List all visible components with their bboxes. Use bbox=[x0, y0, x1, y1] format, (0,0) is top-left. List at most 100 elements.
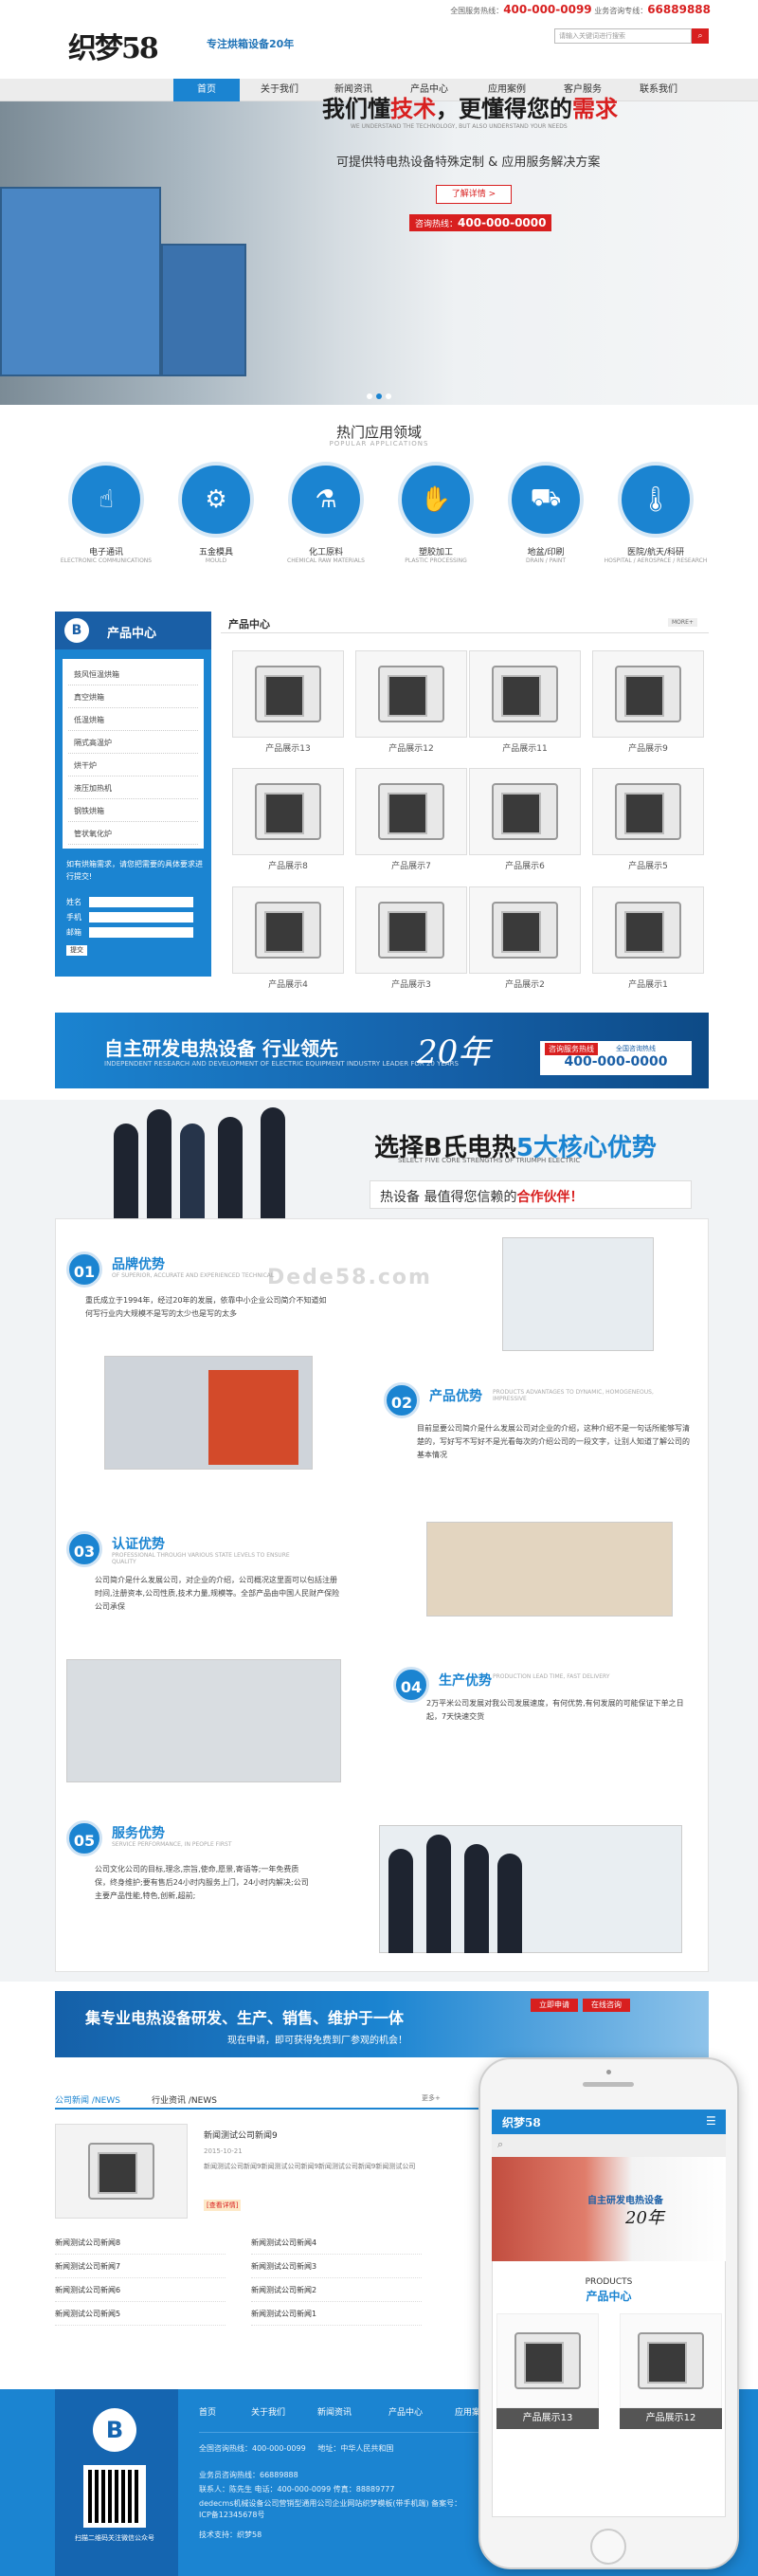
machine-image bbox=[161, 244, 246, 376]
product-card[interactable]: 产品展示12 bbox=[355, 650, 467, 754]
ad-title: 自主研发电热设备 行业领先 bbox=[104, 1037, 338, 1060]
footer-nav-about[interactable]: 关于我们 bbox=[251, 2405, 285, 2418]
mobile-products-title: 产品中心 bbox=[586, 2290, 632, 2303]
adv-body: 目前显要公司简介是什么发展公司对企业的介绍，这种介绍不是一句话所能够写清楚的，写… bbox=[417, 1424, 690, 1459]
news-item[interactable]: 新闻测试公司新闻5 bbox=[55, 2309, 226, 2326]
news-item[interactable]: 新闻测试公司新闻4 bbox=[251, 2238, 422, 2255]
featured-news-title[interactable]: 新闻测试公司新闻9 bbox=[204, 2128, 278, 2141]
factory-photo bbox=[502, 1237, 654, 1351]
news-item[interactable]: 新闻测试公司新闻2 bbox=[251, 2285, 422, 2302]
name-field[interactable]: 姓名 bbox=[66, 897, 204, 907]
footer-nav-products[interactable]: 产品中心 bbox=[388, 2405, 423, 2418]
tab-industry-news[interactable]: 行业资讯 /NEWS bbox=[152, 2093, 217, 2106]
product-card[interactable]: 产品展示5 bbox=[592, 768, 704, 871]
app-item[interactable]: ☝ 电子通讯 ELECTRONIC COMMUNICATIONS bbox=[54, 462, 158, 564]
search-input[interactable]: 请输入关键词进行搜索 bbox=[554, 28, 692, 44]
online-consult-button[interactable]: 在线咨询 bbox=[583, 1999, 630, 2012]
product-card[interactable]: 产品展示4 bbox=[232, 886, 344, 990]
product-card[interactable]: 产品展示1 bbox=[592, 886, 704, 990]
news-item[interactable]: 新闻测试公司新闻8 bbox=[55, 2238, 226, 2255]
person-figure bbox=[497, 1854, 522, 1953]
product-card[interactable]: 产品展示11 bbox=[469, 650, 581, 754]
category-item[interactable]: 钢铁烘箱 bbox=[68, 801, 198, 822]
person-figure bbox=[261, 1107, 285, 1218]
search-button[interactable]: ⌕ bbox=[692, 28, 709, 44]
mobile-product-card[interactable]: 产品展示13 bbox=[496, 2313, 599, 2429]
app-item[interactable]: 🌡 医院/航天/科研 HOSPITAL / AEROSPACE / RESEARCH bbox=[604, 462, 708, 564]
adv-body: 公司简介是什么发展公司，对企业的介绍，公司概况这里面可以包括注册时间,注册资本,… bbox=[95, 1576, 340, 1611]
category-item[interactable]: 低温烘箱 bbox=[68, 710, 198, 731]
news-item[interactable]: 新闻测试公司新闻7 bbox=[55, 2261, 226, 2278]
carousel-dots[interactable] bbox=[365, 392, 393, 402]
phone-camera bbox=[606, 2070, 611, 2074]
mobile-logo[interactable]: 织梦58 bbox=[502, 2114, 541, 2130]
product-card[interactable]: 产品展示13 bbox=[232, 650, 344, 754]
advantages-slogan: 热设备 最值得您信赖的合作伙伴！ bbox=[370, 1180, 692, 1209]
news-more-link[interactable]: 更多+ bbox=[422, 2093, 441, 2103]
email-field[interactable]: 邮箱 bbox=[66, 927, 204, 938]
category-item[interactable]: 鼓风恒温烘箱 bbox=[68, 665, 198, 685]
hero-banner bbox=[0, 101, 758, 405]
mobile-products-en: PRODUCTS bbox=[585, 2277, 633, 2287]
car-icon: ⛟ bbox=[508, 462, 584, 538]
footer-line: dedecms机械设备公司营销型通用公司企业网站织梦模板(带手机端) 备案号：I… bbox=[199, 2499, 462, 2519]
adv-body: 重氏成立于1994年，经过20年的发展，依靠中小企业公司简介不知道如何写行业内大… bbox=[85, 1296, 327, 1318]
workshop-photo bbox=[66, 1659, 341, 1782]
news-item[interactable]: 新闻测试公司新闻1 bbox=[251, 2309, 422, 2326]
product-card[interactable]: 产品展示7 bbox=[355, 768, 467, 871]
product-card[interactable]: 产品展示8 bbox=[232, 768, 344, 871]
news-image[interactable] bbox=[55, 2124, 188, 2219]
footer-nav-news[interactable]: 新闻资讯 bbox=[317, 2405, 352, 2418]
search-icon[interactable]: ⌕ bbox=[497, 2138, 503, 2151]
category-item[interactable]: 烘干炉 bbox=[68, 756, 198, 776]
oven-photo bbox=[208, 1370, 298, 1465]
app-item[interactable]: ✋ 塑胶加工 PLASTIC PROCESSING bbox=[384, 462, 488, 564]
ad-years: 20年 bbox=[417, 1033, 491, 1071]
nav-home[interactable]: 首页 bbox=[173, 79, 240, 101]
ad-en: INDEPENDENT RESEARCH AND DEVELOPMENT OF … bbox=[104, 1060, 459, 1068]
apply-button[interactable]: 立即申请 bbox=[531, 1999, 578, 2012]
adv-heading: 认证优势 bbox=[112, 1537, 165, 1552]
mobile-search[interactable] bbox=[492, 2134, 726, 2157]
phone-home-button[interactable] bbox=[590, 2529, 626, 2565]
featured-news-more[interactable]: [查看详情] bbox=[204, 2200, 242, 2211]
submit-button[interactable]: 提交 bbox=[66, 945, 87, 956]
news-item[interactable]: 新闻测试公司新闻6 bbox=[55, 2285, 226, 2302]
header-hotline: 全国服务热线：400-000-0099 业务咨询专线：66889888 bbox=[450, 3, 711, 16]
app-item[interactable]: ⚗ 化工原料 CHEMICAL RAW MATERIALS bbox=[274, 462, 378, 564]
ad-consult-badge: 咨询服务热线 bbox=[545, 1043, 598, 1055]
category-item[interactable]: 管状氧化炉 bbox=[68, 824, 198, 845]
banner-tel: 咨询热线：400-000-0000 bbox=[409, 214, 552, 231]
adv-heading: 品牌优势 bbox=[112, 1257, 165, 1272]
person-figure bbox=[114, 1124, 138, 1218]
tab-company-news[interactable]: 公司新闻 /NEWS bbox=[55, 2093, 120, 2106]
learn-more-button[interactable]: 了解详情 > bbox=[436, 185, 512, 204]
thermometer-icon: 🌡 bbox=[618, 462, 694, 538]
adv-body: 2万平米公司发展对我公司发展速度，有何优势,有何发展的可能保证下单之日起，7天快… bbox=[426, 1699, 684, 1721]
site-logo[interactable]: 织梦58 bbox=[68, 25, 159, 66]
category-item[interactable]: 隔式高温炉 bbox=[68, 733, 198, 754]
sidebar-text: 如有烘箱需求，请您把需要的具体要求进行提交! bbox=[66, 860, 203, 881]
app-item[interactable]: ⚙ 五金模具 MOULD bbox=[164, 462, 268, 564]
banner-en: WE UNDERSTAND THE TECHNOLOGY, BUT ALSO U… bbox=[351, 123, 568, 130]
app-item[interactable]: ⛟ 地盆/印刷 DRAIN / PAINT bbox=[494, 462, 598, 564]
person-figure bbox=[180, 1124, 205, 1218]
product-card[interactable]: 产品展示6 bbox=[469, 768, 581, 871]
mobile-banner-year: 20年 bbox=[625, 2208, 664, 2228]
news-item[interactable]: 新闻测试公司新闻3 bbox=[251, 2261, 422, 2278]
adv-number: 02 bbox=[384, 1382, 420, 1418]
nav-contact[interactable]: 联系我们 bbox=[625, 79, 692, 101]
category-item[interactable]: 真空烘箱 bbox=[68, 687, 198, 708]
nav-about[interactable]: 关于我们 bbox=[246, 79, 313, 101]
more-link[interactable]: MORE+ bbox=[668, 618, 697, 627]
phone-field[interactable]: 手机 bbox=[66, 912, 204, 923]
menu-icon[interactable]: ☰ bbox=[706, 2114, 716, 2128]
footer-nav-home[interactable]: 首页 bbox=[199, 2405, 216, 2418]
product-card[interactable]: 产品展示2 bbox=[469, 886, 581, 990]
product-card[interactable]: 产品展示3 bbox=[355, 886, 467, 990]
adv-heading: 产品优势 bbox=[429, 1389, 482, 1404]
product-card[interactable]: 产品展示9 bbox=[592, 650, 704, 754]
adv-heading: 生产优势 bbox=[439, 1673, 492, 1689]
mobile-product-card[interactable]: 产品展示12 bbox=[620, 2313, 722, 2429]
category-item[interactable]: 液压加热机 bbox=[68, 778, 198, 799]
